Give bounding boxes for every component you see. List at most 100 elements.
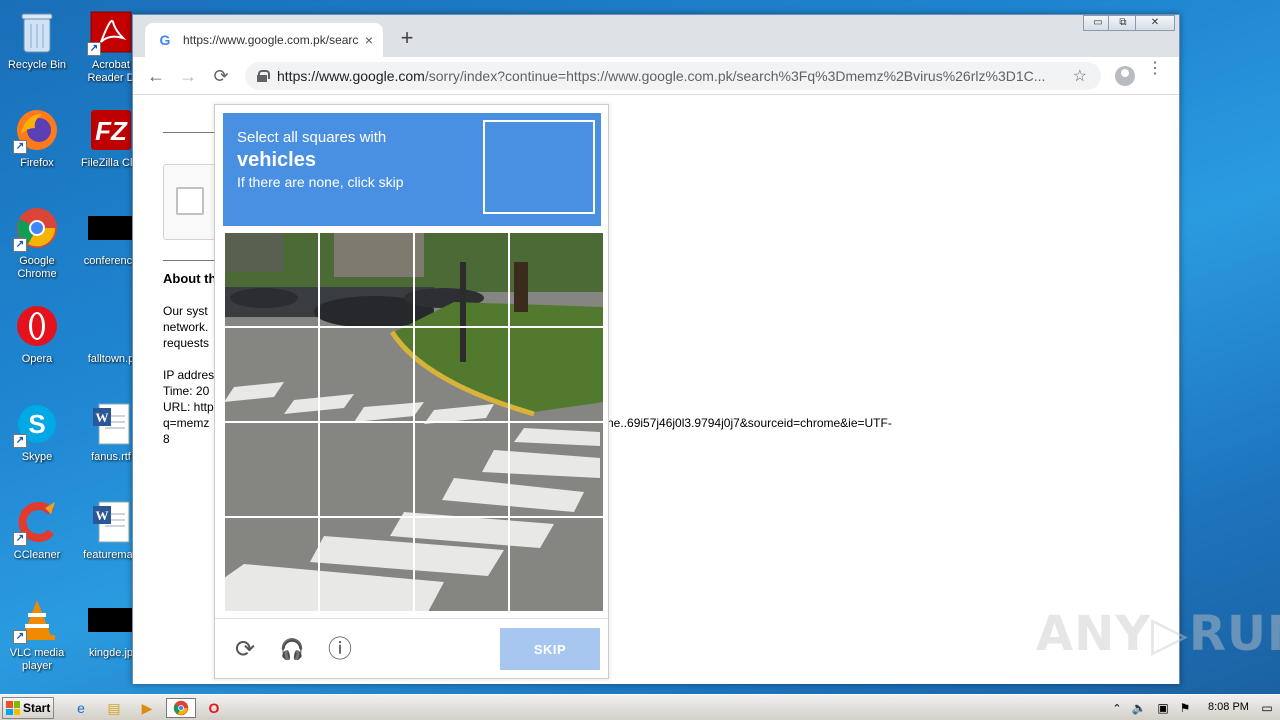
windows-flag-icon <box>6 701 20 715</box>
start-button[interactable]: Start <box>2 697 54 719</box>
show-desktop-icon[interactable]: ▭ <box>1254 698 1280 718</box>
flag-icon[interactable]: ⚑ <box>1172 698 1198 718</box>
image-tile[interactable] <box>509 327 604 422</box>
desktop-icon-google-chrome[interactable]: ↗ Google Chrome <box>0 200 74 290</box>
desktop-icon-label: Firefox <box>20 157 54 169</box>
shortcut-arrow-icon: ↗ <box>13 238 27 252</box>
opera-taskbar-icon[interactable]: O <box>201 698 227 718</box>
anyrun-watermark: ANY▷RUN <box>1036 606 1280 662</box>
chrome-icon: ↗ <box>13 204 61 252</box>
time-line: Time: 20 <box>163 384 210 398</box>
shortcut-arrow-icon: ↗ <box>13 434 27 448</box>
ccleaner-icon: ↗ <box>13 498 61 546</box>
image-tile[interactable] <box>319 327 414 422</box>
audio-challenge-icon[interactable]: 🎧 <box>277 635 307 665</box>
tab-title: https://www.google.com.pk/search? <box>183 33 358 47</box>
internet-explorer-icon[interactable]: e <box>68 698 94 718</box>
recaptcha-challenge: Select all squares with vehicles If ther… <box>214 104 609 679</box>
query-line: q=memz <box>163 416 210 430</box>
file-explorer-icon[interactable]: ▤ <box>101 698 127 718</box>
profile-avatar-icon[interactable] <box>1115 66 1135 86</box>
image-tile[interactable] <box>224 517 319 612</box>
file-thumbnail-icon <box>87 596 135 644</box>
close-window-button[interactable]: ✕ <box>1135 15 1175 31</box>
address-bar[interactable]: https://www.google.com/sorry/index?conti… <box>245 62 1101 90</box>
svg-text:FZ: FZ <box>95 116 128 146</box>
image-tile[interactable] <box>509 517 604 612</box>
desktop-icon-opera[interactable]: Opera <box>0 298 74 388</box>
svg-text:W: W <box>96 410 109 425</box>
filezilla-icon: FZ <box>87 106 135 154</box>
image-tile[interactable] <box>224 422 319 517</box>
desktop-icon-label: VLC media player <box>9 647 65 672</box>
instruction-target: vehicles <box>237 149 316 171</box>
firefox-icon: ↗ <box>13 106 61 154</box>
url-line: URL: http <box>163 400 214 414</box>
svg-text:W: W <box>96 508 109 523</box>
word-document-icon: W <box>87 498 135 546</box>
page-paragraph-line: network. <box>163 320 209 334</box>
tab-close-icon[interactable]: × <box>365 32 373 48</box>
svg-text:S: S <box>28 409 45 439</box>
bookmark-star-icon[interactable]: ☆ <box>1073 66 1087 86</box>
image-tile[interactable] <box>224 232 319 327</box>
image-tile[interactable] <box>414 327 509 422</box>
shortcut-arrow-icon: ↗ <box>87 42 101 56</box>
desktop-icon-label: Skype <box>21 451 53 463</box>
browser-toolbar: ← → ⟳ https://www.google.com/sorry/index… <box>133 57 1179 95</box>
browser-menu-icon[interactable]: ⋮ <box>1147 61 1163 77</box>
desktop-icon-vlc[interactable]: ↗ VLC media player <box>0 592 74 682</box>
challenge-footer: ⟳ 🎧 ⓘ SKIP <box>215 618 608 679</box>
instruction-line: Select all squares with <box>237 129 387 146</box>
image-tile[interactable] <box>319 422 414 517</box>
desktop-icon-firefox[interactable]: ↗ Firefox <box>0 102 74 192</box>
page-paragraph-line: Our syst <box>163 304 208 318</box>
image-tile[interactable] <box>414 517 509 612</box>
opera-icon <box>13 302 61 350</box>
forward-button[interactable]: → <box>177 65 199 87</box>
lock-icon <box>257 70 270 82</box>
image-grid <box>224 232 604 612</box>
about-heading: About th <box>163 271 217 286</box>
acrobat-icon: ↗ <box>87 8 135 56</box>
skip-button[interactable]: SKIP <box>500 628 600 670</box>
skype-icon: S ↗ <box>13 400 61 448</box>
info-icon[interactable]: ⓘ <box>325 635 355 665</box>
image-tile[interactable] <box>509 422 604 517</box>
ip-address-line: IP addres <box>163 368 215 382</box>
chrome-taskbar-icon[interactable] <box>166 698 196 718</box>
desktop-icon-skype[interactable]: S ↗ Skype <box>0 396 74 486</box>
recaptcha-checkbox[interactable] <box>176 187 204 215</box>
query-line-end: 8 <box>163 432 170 446</box>
image-tile[interactable] <box>414 232 509 327</box>
desktop-icon-recycle-bin[interactable]: Recycle Bin <box>0 4 74 94</box>
shortcut-arrow-icon: ↗ <box>13 140 27 154</box>
google-favicon-icon: G <box>159 32 171 48</box>
desktop-icon-label: Recycle Bin <box>7 59 67 71</box>
shortcut-arrow-icon: ↗ <box>13 630 27 644</box>
image-tile[interactable] <box>224 327 319 422</box>
reload-button[interactable]: ⟳ <box>210 65 232 87</box>
image-tile[interactable] <box>319 232 414 327</box>
media-player-icon[interactable]: ▶ <box>134 698 160 718</box>
browser-tab[interactable]: G https://www.google.com.pk/search? × <box>145 23 383 57</box>
address-url[interactable]: https://www.google.com/sorry/index?conti… <box>277 68 1067 84</box>
image-tile[interactable] <box>509 232 604 327</box>
restore-button[interactable]: ⧉ <box>1108 15 1138 31</box>
reload-challenge-icon[interactable]: ⟳ <box>230 635 260 665</box>
back-button[interactable]: ← <box>145 65 167 87</box>
file-thumbnail-icon <box>87 302 135 350</box>
desktop-icon-label: Google Chrome <box>17 255 57 280</box>
desktop-icon-ccleaner[interactable]: ↗ CCleaner <box>0 494 74 584</box>
taskbar: Start e ▤ ▶ O ⌃ 🔈 ▣ ⚑ 8:08 PM ▭ <box>0 694 1280 720</box>
desktop-icon-label: CCleaner <box>13 549 61 561</box>
file-thumbnail-icon <box>87 204 135 252</box>
url-host: https://www.google.com <box>277 68 425 84</box>
instruction-hint: If there are none, click skip <box>237 174 404 190</box>
image-tile[interactable] <box>319 517 414 612</box>
clock[interactable]: 8:08 PM <box>1208 701 1249 713</box>
new-tab-button[interactable]: + <box>395 27 419 51</box>
speaker-icon[interactable]: 🔈 <box>1126 698 1152 718</box>
image-tile[interactable] <box>414 422 509 517</box>
challenge-header: Select all squares with vehicles If ther… <box>223 113 601 226</box>
